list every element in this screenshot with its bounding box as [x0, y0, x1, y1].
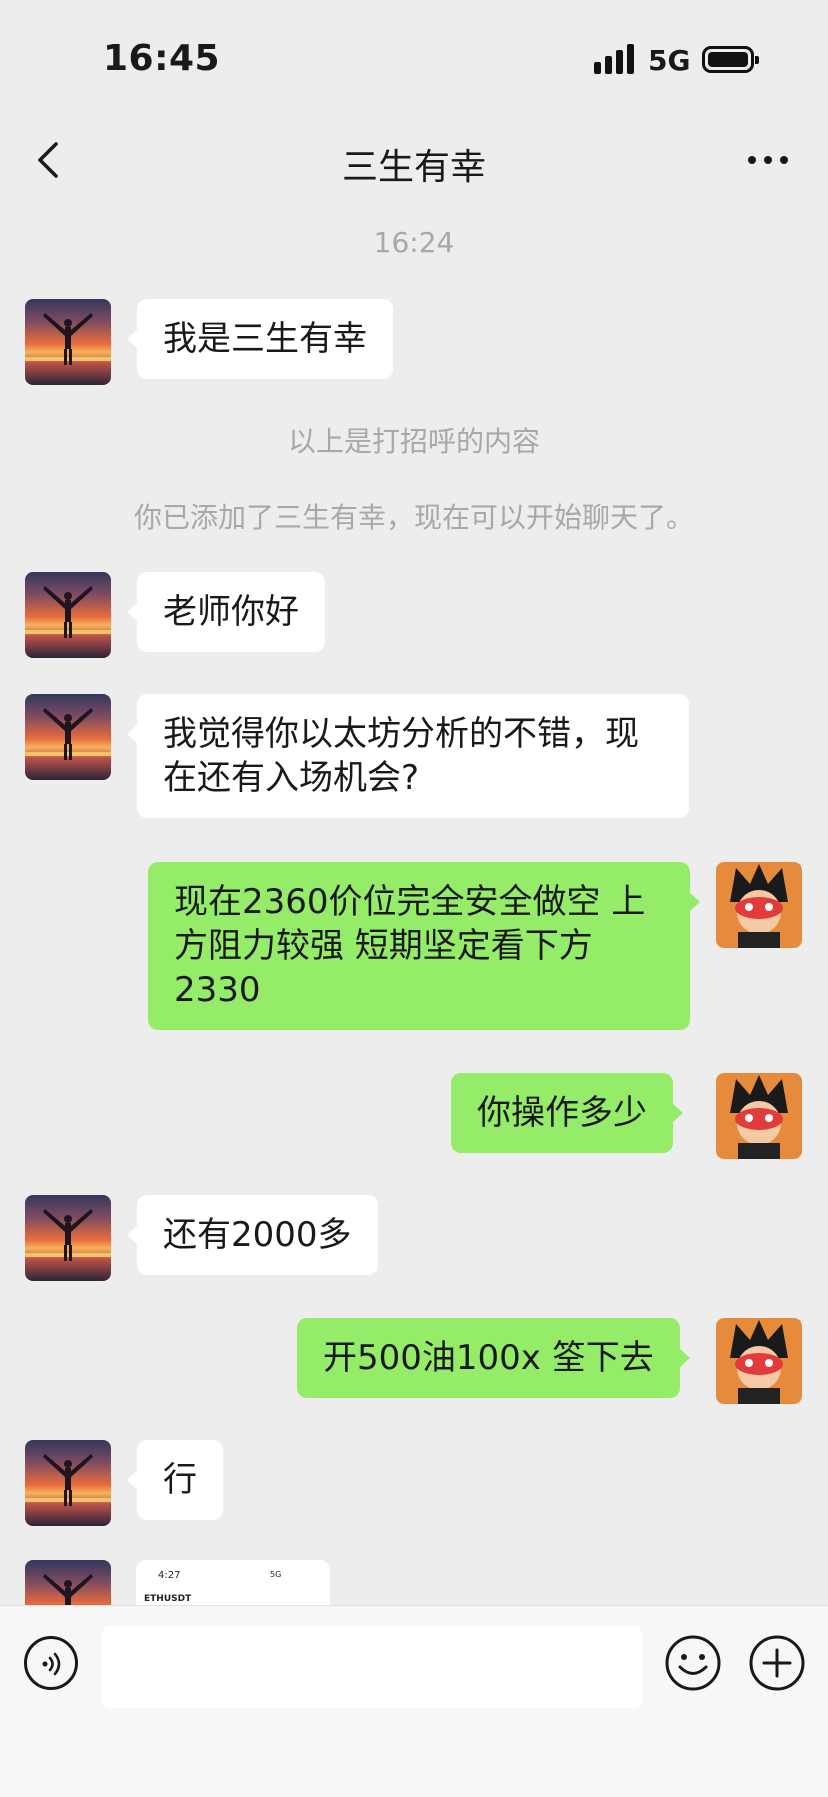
voice-wave-icon — [42, 1652, 61, 1676]
plus-icon — [749, 1635, 805, 1691]
message-bubble-outgoing[interactable]: 现在2360价位完全安全做空 上方阻力较强 短期坚定看下方2330 — [148, 862, 700, 1030]
message-bubble-incoming[interactable]: 还有2000多 — [127, 1195, 378, 1275]
system-message-added: 你已添加了三生有幸，现在可以开始聊天了。 — [133, 501, 694, 534]
preview-network: 5G — [270, 1570, 282, 1579]
message-input[interactable] — [102, 1626, 642, 1708]
input-bar — [0, 1605, 828, 1797]
my-avatar[interactable] — [716, 1073, 802, 1159]
nav-bar: 三生有幸 — [0, 120, 828, 200]
message-bubble-incoming[interactable]: 老师你好 — [127, 572, 325, 652]
status-bar: 16:45 5G — [0, 0, 828, 120]
message-bubble-incoming[interactable]: 行 — [127, 1440, 223, 1520]
voice-button[interactable] — [24, 1636, 78, 1690]
more-dots-icon — [748, 156, 756, 164]
contact-avatar[interactable] — [25, 694, 111, 780]
contact-avatar[interactable] — [25, 1440, 111, 1526]
message-bubble-outgoing[interactable]: 开500油100x 筌下去 — [297, 1318, 690, 1398]
emoji-button[interactable] — [664, 1634, 722, 1692]
message-bubble-incoming[interactable]: 我觉得你以太坊分析的不错，现在还有入场机会? — [127, 694, 689, 818]
network-label: 5G — [648, 44, 691, 77]
contact-avatar[interactable] — [25, 572, 111, 658]
preview-symbol: ETHUSDT — [144, 1594, 192, 1604]
more-functions-button[interactable] — [748, 1634, 806, 1692]
contact-avatar[interactable] — [25, 1195, 111, 1281]
emoji-icon — [665, 1635, 721, 1691]
status-time: 16:45 — [103, 38, 221, 79]
message-bubble-incoming[interactable]: 我是三生有幸 — [127, 299, 393, 379]
message-bubble-outgoing[interactable]: 你操作多少 — [451, 1073, 683, 1153]
more-button[interactable] — [738, 142, 798, 178]
my-avatar[interactable] — [716, 862, 802, 948]
chat-title: 三生有幸 — [341, 147, 486, 188]
signal-icon — [594, 44, 638, 74]
message-timestamp: 16:24 — [373, 226, 455, 259]
my-avatar[interactable] — [716, 1318, 802, 1404]
preview-time: 4:27 — [158, 1570, 181, 1581]
system-message-greeting: 以上是打招呼的内容 — [287, 425, 540, 458]
contact-avatar[interactable] — [25, 299, 111, 385]
battery-icon — [702, 46, 759, 73]
